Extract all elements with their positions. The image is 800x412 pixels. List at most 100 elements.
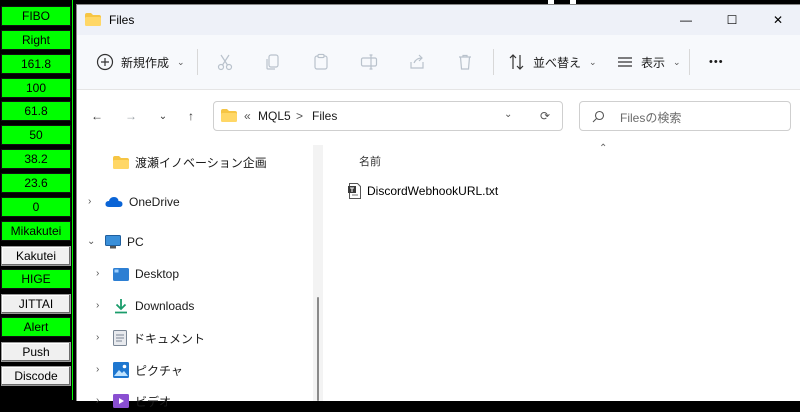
forward-button[interactable]: → <box>119 104 143 128</box>
refresh-button[interactable]: ⟳ <box>540 109 550 123</box>
chevron-right-icon[interactable]: › <box>96 300 99 311</box>
search-input[interactable]: Filesの検索 <box>620 109 681 126</box>
list-view-icon <box>615 52 635 72</box>
view-button[interactable]: 表示 ⌄ <box>615 35 681 89</box>
sidebar-item-documents[interactable]: ドキュメント <box>113 327 205 349</box>
chevron-down-icon: ⌄ <box>589 56 597 67</box>
breadcrumb-overflow[interactable]: « <box>244 109 251 123</box>
column-header-name[interactable]: 名前 <box>359 153 381 169</box>
navigation-bar: ← → ⌄ ↑ « MQL5 > Files ⌄ ⟳ Filesの検索 <box>77 90 800 142</box>
scrollbar-thumb[interactable] <box>317 297 319 401</box>
fib-38-2-button[interactable]: 38.2 <box>1 149 71 169</box>
chevron-right-icon[interactable]: › <box>96 395 99 406</box>
monitor-icon <box>105 235 121 249</box>
fibo-button[interactable]: FIBO <box>1 6 71 26</box>
sidebar-item-onedrive[interactable]: OneDrive <box>105 191 180 213</box>
maximize-button[interactable]: ☐ <box>709 5 755 35</box>
discode-button[interactable]: Discode <box>1 366 71 386</box>
text-file-icon <box>348 183 361 199</box>
sidebar-item-videos[interactable]: ビデオ <box>113 390 171 412</box>
navigation-pane: 渡瀬イノベーション企画 › OneDrive ⌄ PC › Desktop › <box>77 143 317 409</box>
recent-locations-button[interactable]: ⌄ <box>151 104 175 128</box>
copy-button[interactable] <box>263 35 283 89</box>
file-name: DiscordWebhookURL.txt <box>367 184 499 198</box>
kakutei-button[interactable]: Kakutei <box>1 246 71 266</box>
hige-button[interactable]: HIGE <box>1 269 71 289</box>
sidebar-item-label: ビデオ <box>135 394 172 409</box>
fib-61-8-button[interactable]: 61.8 <box>1 101 71 121</box>
new-button[interactable]: 新規作成 ⌄ <box>95 35 185 89</box>
breadcrumb-mql5[interactable]: MQL5 <box>258 109 291 123</box>
breadcrumb-files[interactable]: Files <box>312 109 337 123</box>
jittai-button[interactable]: JITTAI <box>1 294 71 314</box>
fib-23-6-button[interactable]: 23.6 <box>1 173 71 193</box>
sidebar-item-label: ドキュメント <box>133 331 206 346</box>
folder-icon <box>85 13 101 26</box>
share-icon <box>407 52 427 72</box>
picture-icon <box>113 362 129 378</box>
document-icon <box>113 330 127 346</box>
more-options-button[interactable]: ••• <box>709 35 724 89</box>
chevron-down-icon: ⌄ <box>177 56 185 67</box>
cloud-icon <box>105 197 123 207</box>
share-button[interactable] <box>407 35 427 89</box>
minimize-button[interactable]: — <box>663 5 709 35</box>
fib-100-button[interactable]: 100 <box>1 78 71 98</box>
chevron-right-icon[interactable]: › <box>88 196 91 207</box>
right-button[interactable]: Right <box>1 30 71 50</box>
fib-50-button[interactable]: 50 <box>1 125 71 145</box>
back-button[interactable]: ← <box>85 104 109 128</box>
file-explorer-window: Files — ☐ ✕ 新規作成 ⌄ 並べ替え ⌄ 表示 ⌄ ••• ← → ⌄… <box>76 4 800 409</box>
chart-price-line <box>72 0 73 400</box>
cut-button[interactable] <box>215 35 235 89</box>
window-title: Files <box>109 13 135 27</box>
address-bar[interactable]: « MQL5 > Files ⌄ ⟳ <box>213 101 563 131</box>
up-button[interactable]: ↑ <box>179 104 203 128</box>
download-icon <box>115 299 127 314</box>
address-dropdown-button[interactable]: ⌄ <box>504 109 512 120</box>
sort-indicator-icon: ⌃ <box>599 143 608 154</box>
rename-button[interactable] <box>359 35 379 89</box>
sidebar-item-desktop[interactable]: Desktop <box>113 263 179 285</box>
alert-button[interactable]: Alert <box>1 317 71 337</box>
sidebar-item-downloads[interactable]: Downloads <box>113 295 194 317</box>
paste-button[interactable] <box>311 35 331 89</box>
file-list: ⌃ 名前 DiscordWebhookURL.txt <box>323 143 800 401</box>
fib-161-8-button[interactable]: 161.8 <box>1 54 71 74</box>
sidebar-item-watase[interactable]: 渡瀬イノベーション企画 <box>113 151 267 173</box>
chart-button-panel: FIBO Right 161.8 100 61.8 50 38.2 23.6 0… <box>0 0 76 400</box>
sort-arrows-icon <box>507 52 527 72</box>
new-button-label: 新規作成 <box>121 55 170 70</box>
clipboard-icon <box>311 52 331 72</box>
sidebar-item-label: Downloads <box>135 299 195 313</box>
mikakutei-button[interactable]: Mikakutei <box>1 221 71 241</box>
sidebar-item-label: ピクチャ <box>135 363 183 378</box>
view-button-label: 表示 <box>641 55 666 70</box>
chevron-right-icon[interactable]: › <box>96 364 99 375</box>
navigation-scrollbar[interactable] <box>313 145 323 401</box>
fib-0-button[interactable]: 0 <box>1 197 71 217</box>
close-button[interactable]: ✕ <box>755 5 800 35</box>
toolbar-divider <box>493 49 494 75</box>
scissors-icon <box>215 52 235 72</box>
command-bar: 新規作成 ⌄ 並べ替え ⌄ 表示 ⌄ ••• <box>77 35 800 90</box>
sort-button[interactable]: 並べ替え ⌄ <box>507 35 597 89</box>
sort-button-label: 並べ替え <box>533 55 582 70</box>
chevron-down-icon[interactable]: ⌄ <box>87 236 95 247</box>
sidebar-item-pictures[interactable]: ピクチャ <box>113 359 183 381</box>
rename-icon <box>359 52 379 72</box>
push-button[interactable]: Push <box>1 342 71 362</box>
video-icon <box>113 394 129 408</box>
search-icon <box>592 110 605 123</box>
file-item[interactable]: DiscordWebhookURL.txt <box>347 181 498 201</box>
sidebar-item-label: Desktop <box>135 267 180 281</box>
delete-button[interactable] <box>455 35 475 89</box>
plus-circle-icon <box>95 52 115 72</box>
copy-icon <box>263 52 283 72</box>
breadcrumb-separator[interactable]: > <box>296 109 303 123</box>
sidebar-item-pc[interactable]: PC <box>105 231 144 253</box>
chevron-right-icon[interactable]: › <box>96 268 99 279</box>
search-box[interactable]: Filesの検索 <box>579 101 791 131</box>
desktop-icon <box>113 267 129 281</box>
chevron-right-icon[interactable]: › <box>96 332 99 343</box>
